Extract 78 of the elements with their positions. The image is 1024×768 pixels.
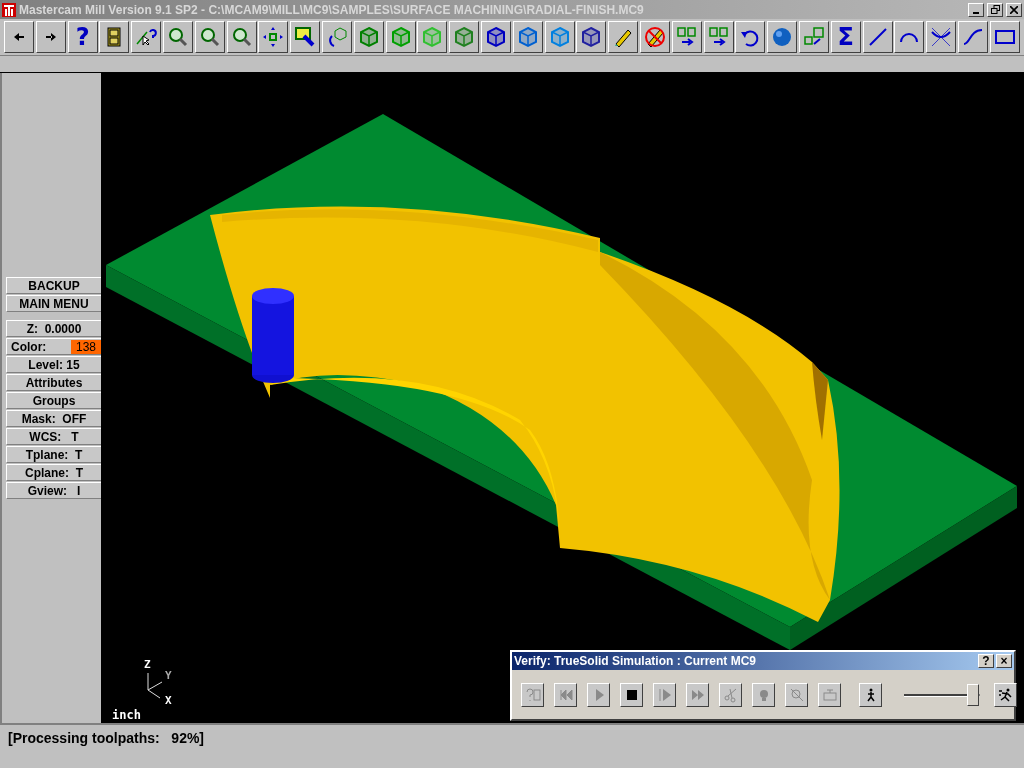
scissors-icon [722,686,739,703]
pointer-icon [135,26,158,48]
step-icon [656,686,673,703]
menu-button[interactable]: BACKUP [6,277,102,294]
magnifier-icon [230,26,253,48]
toolbar-button[interactable] [258,21,289,53]
toolbar-button[interactable] [290,21,321,53]
toolbar-button[interactable] [989,21,1020,53]
menu-button[interactable]: Groups [6,392,102,409]
dialog-title: Verify: TrueSolid Simulation : Current MC9 [514,654,758,668]
toolbar-button[interactable] [639,21,670,53]
toolbar-button[interactable] [321,21,352,53]
menu-button[interactable]: Gview: I [6,482,102,499]
restore-icon [990,5,1000,14]
units-label: inch [112,708,141,722]
toolbar-button[interactable] [4,21,34,53]
toolbar-button[interactable] [671,21,702,53]
brush-icon [294,26,317,48]
magnifier-icon [198,26,221,48]
dialog-title-button[interactable]: ? [978,654,994,668]
toolbar-button[interactable] [163,21,193,53]
toolbar-button[interactable] [99,21,130,53]
toolbar-button[interactable] [131,21,162,53]
toolbar-button[interactable] [767,21,798,53]
toolbar-button[interactable] [957,21,988,53]
dialog-title-button[interactable]: × [996,654,1012,668]
fillet-icon [930,26,953,48]
menu-button[interactable]: Level: 15 [6,356,102,373]
app-logo-icon [2,2,16,17]
toolbar-button[interactable]: Σ [830,21,861,53]
no-pencil-icon [643,26,666,48]
minimize-button[interactable] [968,2,984,17]
running-figure-icon [997,686,1014,703]
status-text: [Processing toolpaths: 92%] [8,730,205,746]
menu-button[interactable]: WCS: T [6,428,102,445]
pan-icon [262,26,285,48]
toolbar-button[interactable] [703,21,734,53]
move-icon [707,26,730,48]
axis-triad-drawing [147,672,163,699]
toolbar-button[interactable] [926,21,957,53]
toolbar-button[interactable] [735,21,766,53]
toolbar-button[interactable] [35,21,66,53]
toolbar-button[interactable]: ? [67,21,98,53]
slider-thumb[interactable] [966,683,979,706]
verify-button[interactable] [620,682,643,707]
toolbar-button[interactable] [226,21,257,53]
help-page-icon [524,686,541,703]
axis-label: X [165,694,172,707]
magnifier-icon [167,26,189,48]
scale-icon [802,26,825,48]
menu-button[interactable]: MAIN MENU [6,295,102,312]
menu-button[interactable]: Mask: OFF [6,410,102,427]
menu-button[interactable]: Cplane: T [6,464,102,481]
speed-slider[interactable] [904,682,980,707]
slow-speed-button[interactable] [859,682,882,707]
window-title: Mastercam Mill Version 9.1 SP2 - C:\MCAM9\MILL\MC9\SAMPLES\SURFACE MACHINING\RADIAL-FINISH.MC9 [19,2,645,17]
sphere-icon [771,26,794,48]
toolbar-button[interactable] [798,21,829,53]
close-button[interactable] [1006,2,1022,17]
menu-button[interactable]: Color: 138 [6,338,102,355]
spline-icon [961,26,984,48]
menu-button[interactable]: Tplane: T [6,446,102,463]
axis-label: Z [144,658,151,671]
menu-button[interactable]: Attributes [6,374,102,391]
axis-label: Y [165,669,172,682]
toolbar-button[interactable] [194,21,225,53]
toolbar-button[interactable] [608,21,639,53]
fast-speed-button[interactable] [994,682,1017,707]
menu-button[interactable]: Z: 0.0000 [6,320,102,337]
restore-button[interactable] [987,2,1003,17]
color-swatch: 138 [71,339,101,354]
machine-icon [821,686,838,703]
close-icon [1010,5,1018,14]
toolbar-button[interactable] [862,21,893,53]
move-icon [675,26,698,48]
toolbar-button[interactable] [894,21,925,53]
zoom-icon [788,686,805,703]
minimize-icon [973,11,979,14]
